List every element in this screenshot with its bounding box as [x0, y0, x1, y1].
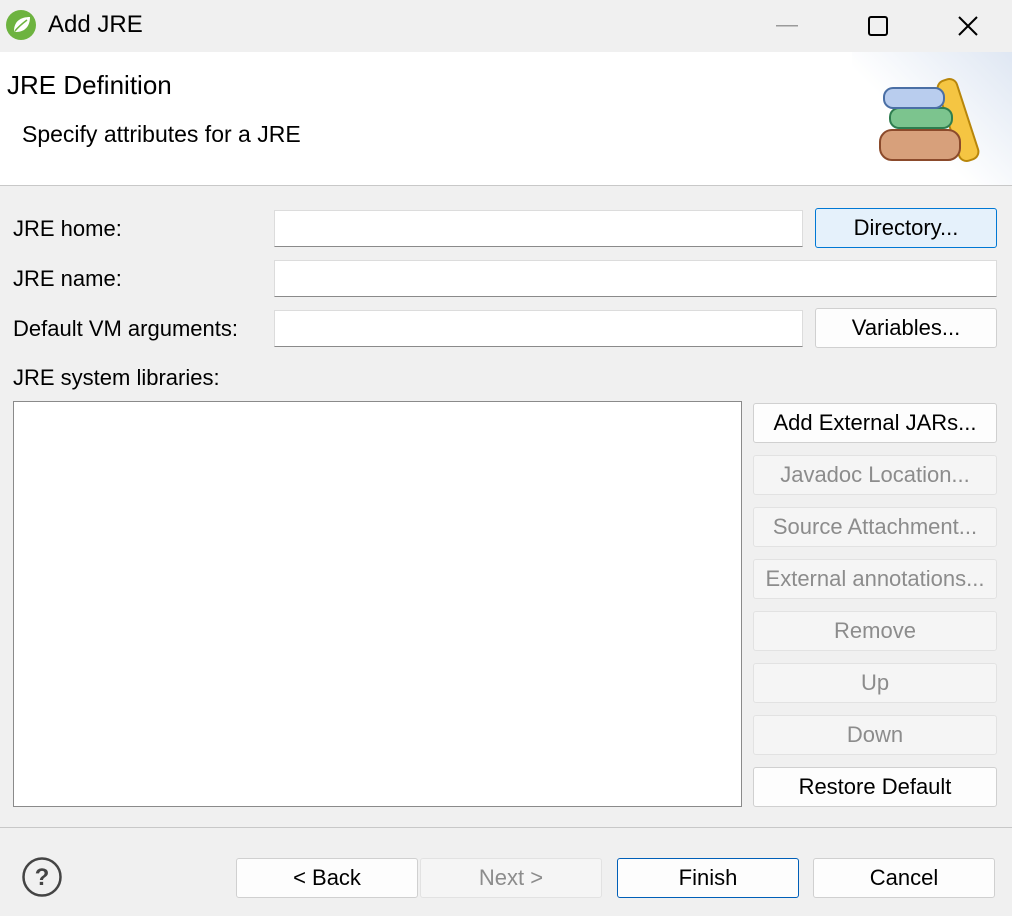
jre-name-label: JRE name:	[13, 266, 122, 291]
back-button[interactable]: < Back	[236, 858, 418, 898]
system-libraries-list[interactable]	[13, 401, 742, 807]
cancel-button[interactable]: Cancel	[813, 858, 995, 898]
source-attachment-button[interactable]: Source Attachment...	[753, 507, 997, 547]
close-icon	[958, 16, 978, 36]
finish-button[interactable]: Finish	[617, 858, 799, 898]
page-subtitle: Specify attributes for a JRE	[22, 121, 301, 147]
remove-button[interactable]: Remove	[753, 611, 997, 651]
page-title: JRE Definition	[7, 70, 172, 100]
title-bar: Add JRE	[0, 0, 1012, 52]
spring-leaf-icon	[6, 10, 36, 40]
jre-home-label: JRE home:	[13, 216, 122, 241]
up-button[interactable]: Up	[753, 663, 997, 703]
javadoc-location-button[interactable]: Javadoc Location...	[753, 455, 997, 495]
jre-name-input[interactable]	[274, 260, 997, 297]
minimize-icon	[776, 25, 798, 27]
vm-arguments-label: Default VM arguments:	[13, 316, 238, 341]
system-libraries-label: JRE system libraries:	[13, 365, 220, 390]
maximize-button[interactable]	[833, 0, 923, 52]
vm-arguments-input[interactable]	[274, 310, 803, 347]
svg-text:?: ?	[35, 864, 50, 891]
external-annotations-button[interactable]: External annotations...	[753, 559, 997, 599]
close-button[interactable]	[924, 0, 1012, 52]
maximize-icon	[868, 16, 888, 36]
minimize-button[interactable]	[742, 0, 832, 52]
jre-home-input[interactable]	[274, 210, 803, 247]
restore-default-button[interactable]: Restore Default	[753, 767, 997, 807]
help-icon[interactable]: ?	[21, 856, 63, 898]
add-external-jars-button[interactable]: Add External JARs...	[753, 403, 997, 443]
next-button[interactable]: Next >	[420, 858, 602, 898]
footer-separator	[0, 827, 1012, 828]
down-button[interactable]: Down	[753, 715, 997, 755]
books-icon	[879, 78, 980, 162]
window-title: Add JRE	[48, 11, 143, 38]
wizard-banner: JRE Definition Specify attributes for a …	[0, 52, 1012, 186]
variables-button[interactable]: Variables...	[815, 308, 997, 348]
directory-button[interactable]: Directory...	[815, 208, 997, 248]
